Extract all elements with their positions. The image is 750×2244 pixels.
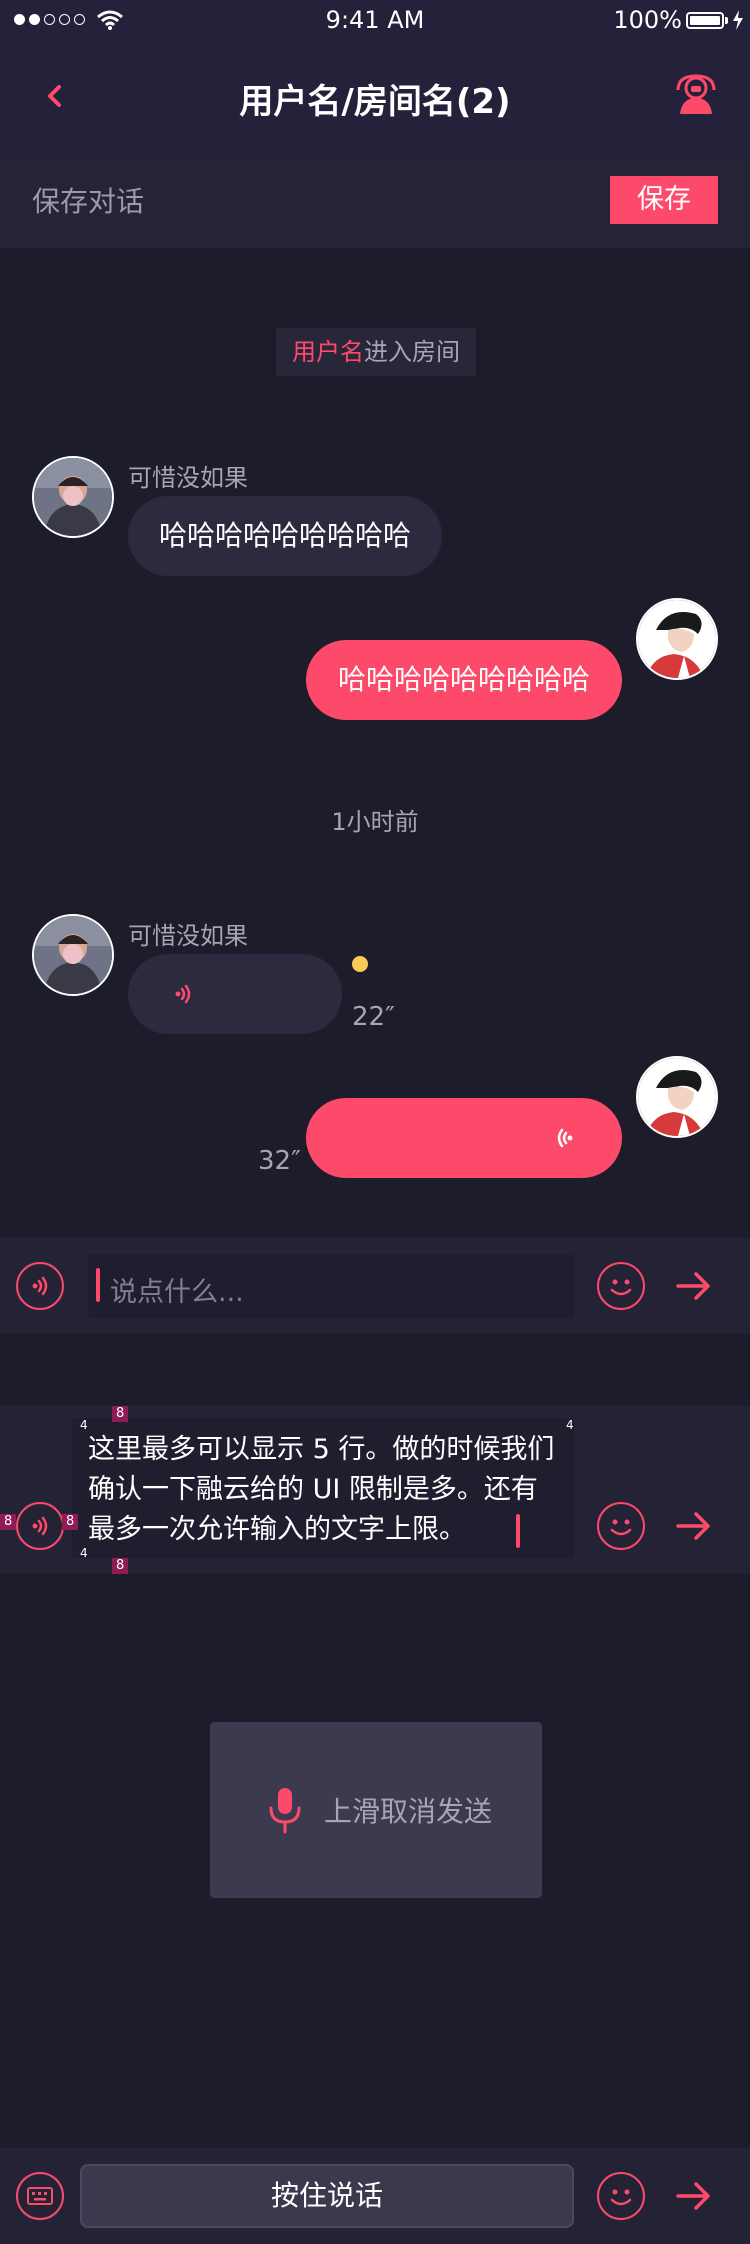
save-button[interactable]: 保存 <box>610 176 718 224</box>
avatar-photo <box>34 916 112 994</box>
charging-icon <box>733 10 743 30</box>
voice-icon <box>32 1516 48 1536</box>
voice-bubble-incoming[interactable] <box>128 954 342 1034</box>
text-caret <box>96 1268 100 1302</box>
text-caret <box>516 1514 520 1548</box>
voice-toggle-button[interactable] <box>16 1262 64 1310</box>
message-bubble-incoming[interactable]: 哈哈哈哈哈哈哈哈哈 <box>128 496 442 576</box>
message-input-text: 这里最多可以显示 5 行。做的时候我们确认一下融云给的 UI 限制是多。还有最多… <box>88 1434 555 1545</box>
avatar-photo <box>638 1058 716 1136</box>
voice-wave-icon <box>557 1128 573 1148</box>
user-icon[interactable] <box>674 72 718 116</box>
message-bubble-outgoing[interactable]: 哈哈哈哈哈哈哈哈哈 <box>306 640 622 720</box>
page-title: 用户名/房间名(2) <box>239 82 511 122</box>
spacing-marker: 8 <box>0 1514 17 1530</box>
spacing-marker: 4 <box>566 1418 574 1432</box>
voice-bubble-outgoing[interactable] <box>306 1098 622 1178</box>
keyboard-toggle-button[interactable] <box>16 2172 64 2220</box>
send-icon[interactable] <box>674 1266 714 1306</box>
send-icon[interactable] <box>674 2176 714 2216</box>
emoji-icon <box>610 2189 632 2206</box>
voice-toggle-button[interactable] <box>16 1502 64 1550</box>
spacing-marker: 4 <box>80 1546 88 1560</box>
voice-duration: 32″ <box>258 1146 301 1176</box>
emoji-icon <box>610 1279 632 1296</box>
time-divider: 1小时前 <box>331 808 419 836</box>
voice-icon <box>32 1276 48 1296</box>
voice-wave-icon <box>175 984 191 1004</box>
spacing-marker: 4 <box>80 1418 88 1432</box>
battery-icon <box>686 12 724 29</box>
avatar-photo <box>638 600 716 678</box>
avatar[interactable] <box>32 456 114 538</box>
emoji-icon <box>610 1519 632 1536</box>
send-icon[interactable] <box>674 1506 714 1546</box>
avatar[interactable] <box>636 1056 718 1138</box>
emoji-button[interactable] <box>597 2172 645 2220</box>
spacing-marker: 8 <box>112 1406 129 1422</box>
save-conversation-label: 保存对话 <box>32 185 145 218</box>
avatar-photo <box>34 458 112 536</box>
sender-name: 可惜没如果 <box>128 922 248 950</box>
keyboard-icon <box>27 2187 53 2205</box>
avatar[interactable] <box>636 598 718 680</box>
emoji-button[interactable] <box>597 1502 645 1550</box>
notice-username[interactable]: 用户名 <box>292 338 364 366</box>
hold-to-talk-button[interactable]: 按住说话 <box>80 2164 574 2228</box>
emoji-button[interactable] <box>597 1262 645 1310</box>
battery-percent: 100% <box>613 6 682 34</box>
sender-name: 可惜没如果 <box>128 464 248 492</box>
mic-icon <box>269 1788 301 1834</box>
unread-dot <box>352 956 368 972</box>
system-notice: 用户名进入房间 <box>276 328 476 376</box>
voice-duration: 22″ <box>352 1002 395 1032</box>
spacing-marker: 8 <box>112 1558 129 1574</box>
spacing-marker: 8 <box>62 1514 79 1530</box>
recording-hint: 上滑取消发送 <box>324 1795 493 1828</box>
avatar[interactable] <box>32 914 114 996</box>
notice-text: 进入房间 <box>364 338 460 366</box>
message-input-placeholder: 说点什么... <box>110 1277 244 1308</box>
